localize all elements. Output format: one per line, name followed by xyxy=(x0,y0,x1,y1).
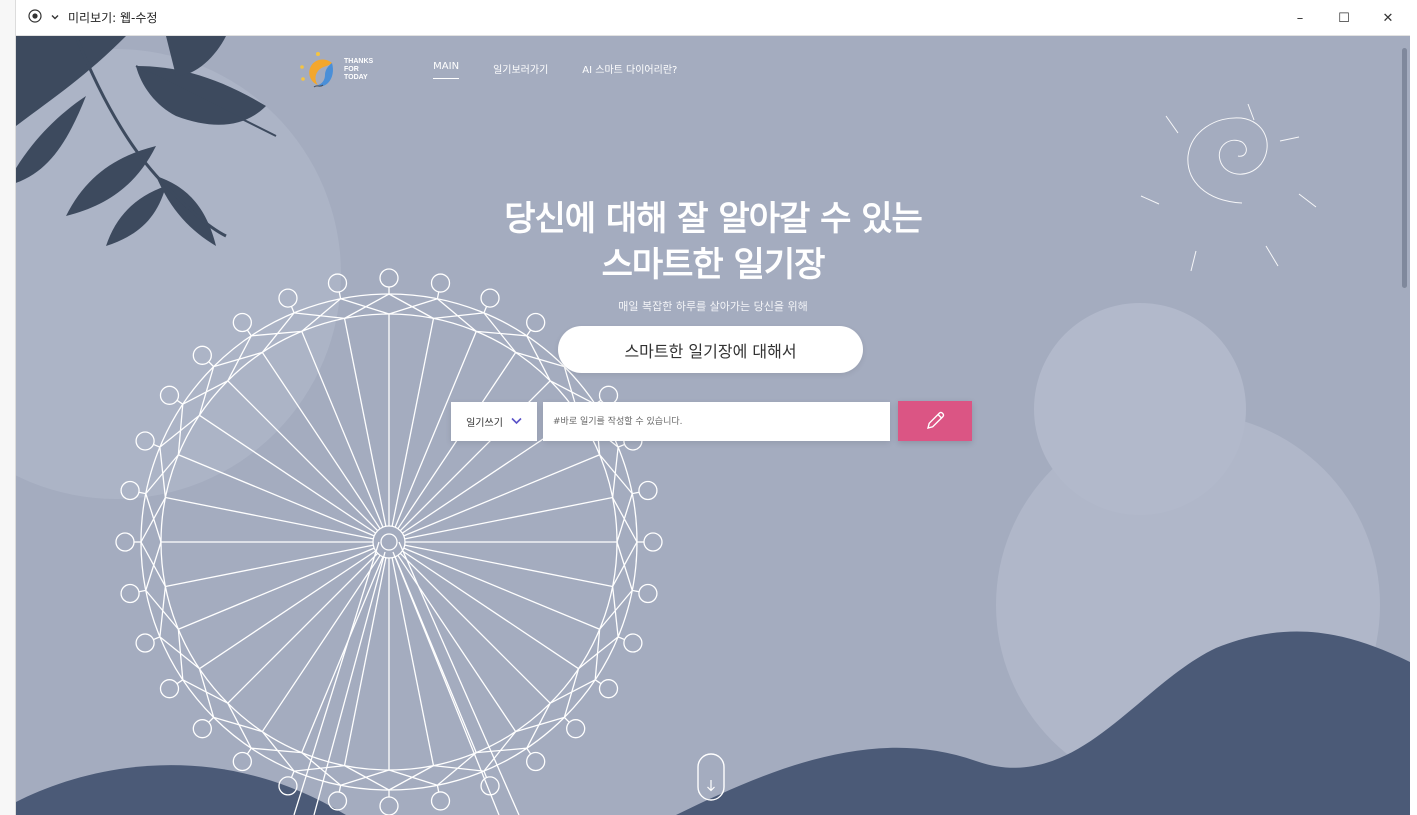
wheel-spoke xyxy=(343,318,387,527)
wheel-gondola xyxy=(526,312,546,333)
wheel-gondola-arm xyxy=(338,785,342,793)
wheel-gondola xyxy=(120,583,140,604)
wheel-truss xyxy=(227,702,252,749)
wheel-gondola xyxy=(379,796,399,815)
wheel-gondola xyxy=(638,480,658,501)
nav-link-about-ai[interactable]: AI 스마트 다이어리란? xyxy=(582,61,677,79)
wheel-gondola-arm xyxy=(138,589,146,593)
top-nav: THANKS FOR TODAY MAIN 일기보러가기 AI 스마트 다이어리… xyxy=(298,50,677,90)
window-title: 미리보기: 웹-수정 xyxy=(68,11,158,25)
wheel-truss xyxy=(526,702,551,749)
wheel-truss xyxy=(526,335,551,382)
hero-title-line2: 스마트한 일기장 xyxy=(601,245,826,285)
wheel-spoke xyxy=(391,557,435,766)
pencil-icon xyxy=(927,411,945,429)
diary-type-select[interactable]: 일기쓰기 xyxy=(451,402,537,441)
nav-links: MAIN 일기보러가기 AI 스마트 다이어리란? xyxy=(433,61,677,79)
diary-type-value: 일기쓰기 xyxy=(466,418,503,429)
wheel-spoke xyxy=(404,544,613,588)
wheel-truss xyxy=(611,447,619,498)
minimize-button[interactable]: – xyxy=(1278,0,1322,36)
wheel-truss xyxy=(340,769,390,786)
wheel-gondola xyxy=(623,633,643,653)
window-titlebar: 미리보기: 웹-수정 – ☐ ✕ xyxy=(16,0,1410,36)
left-edge-strip xyxy=(0,0,16,815)
wheel-truss xyxy=(549,380,596,405)
wheel-gondola-arm xyxy=(526,329,532,337)
hero-subtitle: 매일 복잡한 하루를 살아가는 당신을 위해 xyxy=(618,300,808,313)
wheel-gondola xyxy=(526,751,546,772)
wheel-truss xyxy=(145,541,162,591)
wheel-gondola xyxy=(115,532,135,552)
wheel-gondola-arm xyxy=(617,636,625,641)
wheel-gondola xyxy=(327,791,348,811)
chevron-down-icon xyxy=(511,415,522,428)
page-viewport: THANKS FOR TODAY MAIN 일기보러가기 AI 스마트 다이어리… xyxy=(16,36,1410,815)
wheel-gondola xyxy=(192,719,212,739)
radio-icon[interactable] xyxy=(28,9,42,26)
logo-mark-icon xyxy=(300,52,333,88)
wheel-gondola-arm xyxy=(290,770,295,778)
hero-title-line1: 당신에 대해 잘 알아갈 수 있는 xyxy=(504,199,923,239)
about-smart-diary-button[interactable]: 스마트한 일기장에 대해서 xyxy=(558,326,863,373)
wheel-spoke xyxy=(227,552,379,704)
wheel-gondola xyxy=(643,532,663,552)
scroll-down-icon[interactable] xyxy=(696,752,726,802)
wheel-truss xyxy=(433,764,484,772)
wheel-truss xyxy=(294,764,345,772)
wheel-truss xyxy=(182,679,229,704)
wheel-gondola xyxy=(232,751,252,772)
wheel-gondola xyxy=(159,679,180,699)
wheel-leg-left-outer xyxy=(293,541,380,815)
wheel-gondola-arm xyxy=(632,589,640,593)
wheel-gondola-arm xyxy=(176,679,184,685)
chevron-down-icon[interactable] xyxy=(50,11,60,25)
hero-title: 당신에 대해 잘 알아갈 수 있는 스마트한 일기장 xyxy=(16,196,1410,288)
logo[interactable]: THANKS FOR TODAY xyxy=(298,50,373,90)
close-button[interactable]: ✕ xyxy=(1366,0,1410,36)
bg-circle-right xyxy=(1034,303,1246,515)
wheel-spoke xyxy=(165,496,374,540)
wheel-leg-left-inner xyxy=(313,551,386,815)
wheel-gondola-arm xyxy=(632,491,640,495)
wheel-spoke xyxy=(404,496,613,540)
wheel-spoke xyxy=(343,557,387,766)
wheel-gondola-arm xyxy=(153,636,161,641)
wheel-spoke xyxy=(227,380,379,532)
maximize-button[interactable]: ☐ xyxy=(1322,0,1366,36)
wheel-truss xyxy=(159,586,167,637)
wheel-truss xyxy=(616,493,633,543)
wheel-spoke xyxy=(391,318,435,527)
wheel-spoke xyxy=(165,544,374,588)
wheel-gondola-arm xyxy=(526,747,532,755)
write-diary-button[interactable] xyxy=(898,401,972,441)
wheel-truss xyxy=(549,679,596,704)
wheel-gondola-arm xyxy=(483,770,488,778)
wheel-gondola-arm xyxy=(208,716,215,723)
wheel-gondola xyxy=(598,679,619,699)
wheel-truss xyxy=(388,769,438,786)
wheel-gondola xyxy=(566,719,586,739)
wheel-truss xyxy=(145,493,162,543)
wheel-spoke xyxy=(399,552,551,704)
diary-quick-input[interactable] xyxy=(543,402,890,441)
wheel-gondola-arm xyxy=(563,716,570,723)
nav-link-main[interactable]: MAIN xyxy=(433,61,460,79)
wheel-gondola-arm xyxy=(617,443,625,448)
wheel-gondola-arm xyxy=(436,785,440,793)
wheel-gondola-arm xyxy=(246,747,252,755)
wheel-gondola xyxy=(430,791,451,811)
nav-link-view-diary[interactable]: 일기보러가기 xyxy=(493,61,548,79)
wheel-hub xyxy=(372,525,406,559)
wheel-gondola xyxy=(135,633,155,653)
wheel-gondola xyxy=(638,583,658,604)
wheel-truss xyxy=(616,541,633,591)
wheel-gondola-arm xyxy=(594,679,602,685)
wheel-truss xyxy=(611,586,619,637)
logo-text: THANKS FOR TODAY xyxy=(344,58,374,81)
wheel-hub-center xyxy=(380,533,398,551)
